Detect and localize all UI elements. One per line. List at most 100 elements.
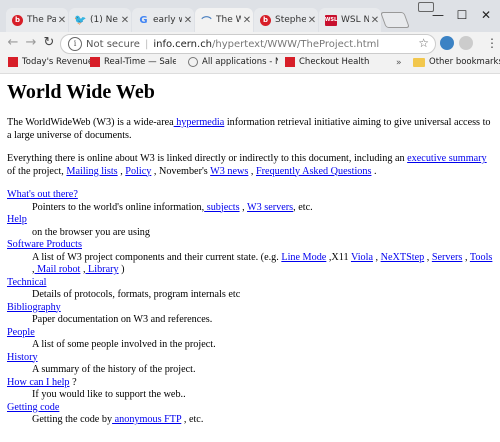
help-link[interactable]: Help — [7, 214, 27, 225]
tab-title: (1) Ne — [90, 15, 118, 25]
people-link[interactable]: People — [7, 327, 35, 338]
divider: | — [144, 38, 149, 50]
browser-tab[interactable]: 🐦 (1) Ne ✕ — [69, 8, 131, 32]
text: , — [248, 165, 256, 177]
browser-tab-active[interactable]: ⌒ The W ✕ — [195, 8, 253, 32]
whats-out-there-link[interactable]: What's out there? — [7, 189, 78, 200]
tab-title: The W — [216, 15, 241, 25]
extension-icon[interactable] — [459, 36, 473, 50]
menu-dots-icon[interactable]: ⋮ — [486, 36, 498, 50]
text: , — [239, 201, 248, 213]
bookmark-label: Other bookmarks — [429, 57, 500, 67]
bookmark-item[interactable]: Today's Revenue — [8, 57, 93, 67]
w3-news-link[interactable]: W3 news — [210, 166, 248, 177]
software-products-link[interactable]: Software Products — [7, 239, 82, 250]
list-term: Software Products — [7, 239, 495, 252]
w3-servers-link[interactable]: W3 servers — [247, 202, 293, 213]
list-term: History — [7, 352, 495, 365]
everything-paragraph: Everything there is online about W3 is l… — [7, 153, 495, 178]
browser-tab[interactable]: b The Pa ✕ — [6, 8, 68, 32]
maximize-icon[interactable]: ☐ — [452, 8, 472, 22]
security-label: Not secure — [86, 38, 140, 50]
library-link[interactable]: Library — [85, 264, 119, 275]
list-description: Getting the code by anonymous FTP , etc. — [32, 414, 495, 427]
b-logo-icon: b — [12, 14, 23, 26]
close-tab-icon[interactable]: ✕ — [306, 15, 318, 26]
list-description: If you would like to support the web.. — [32, 389, 186, 400]
minimize-icon[interactable]: — — [428, 8, 448, 22]
viola-link[interactable]: Viola — [351, 252, 373, 263]
close-tab-icon[interactable]: ✕ — [369, 15, 381, 26]
tab-title: The Pa — [27, 15, 56, 25]
list-term: Bibliography — [7, 302, 495, 315]
how-can-i-help-link[interactable]: How can I help — [7, 377, 70, 388]
list-term: How can I help ? — [7, 377, 495, 390]
close-tab-icon[interactable]: ✕ — [56, 15, 68, 26]
close-tab-icon[interactable]: ✕ — [119, 15, 131, 26]
text: . — [371, 165, 377, 177]
url-host: info.cern.ch — [153, 38, 213, 50]
bibliography-link[interactable]: Bibliography — [7, 302, 61, 313]
browser-tab[interactable]: WSL WSL N ✕ — [319, 8, 381, 32]
close-tab-icon[interactable]: ✕ — [241, 15, 253, 26]
bookmark-favicon-icon — [90, 57, 100, 67]
info-icon[interactable]: i — [68, 37, 82, 51]
browser-tab[interactable]: G early w ✕ — [132, 8, 194, 32]
text: Everything there is online about W3 is l… — [7, 153, 408, 164]
anonymous-ftp-link[interactable]: anonymous FTP — [112, 414, 182, 425]
more-bookmarks-chevron-icon[interactable]: » — [396, 58, 402, 68]
faq-link[interactable]: Frequently Asked Questions — [256, 166, 371, 177]
page-content: World Wide Web The WorldWideWeb (W3) is … — [7, 75, 495, 427]
list-description: on the browser you are using — [32, 226, 150, 238]
new-tab-button[interactable] — [380, 12, 410, 28]
bookmark-item[interactable]: Real-Time — Sales b — [90, 57, 176, 67]
mail-robot-link[interactable]: Mail robot — [35, 264, 80, 275]
hypermedia-link[interactable]: hypermedia — [174, 117, 224, 128]
text: , etc. — [293, 201, 313, 213]
list-description: Paper documentation on W3 and references… — [32, 314, 213, 325]
technical-link[interactable]: Technical — [7, 277, 46, 288]
list-description: Pointers to the world's online informati… — [32, 202, 495, 215]
address-bar[interactable]: i Not secure | info.cern.ch/hypertext/WW… — [60, 34, 436, 54]
browser-tab-strip: b The Pa ✕ 🐦 (1) Ne ✕ G early w ✕ ⌒ The … — [0, 0, 500, 32]
history-link[interactable]: History — [7, 352, 38, 363]
text: , — [372, 251, 381, 263]
list-term: Technical — [7, 277, 495, 290]
google-icon: G — [139, 14, 148, 26]
bookmark-item[interactable]: Checkout Health — [285, 57, 369, 67]
globe-icon: ⌒ — [201, 16, 212, 28]
close-window-icon[interactable]: ✕ — [476, 8, 496, 22]
extension-shield-icon[interactable] — [440, 36, 454, 50]
bookmark-item[interactable]: All applications - Ne — [188, 57, 278, 67]
servers-link[interactable]: Servers — [432, 252, 463, 263]
close-tab-icon[interactable]: ✕ — [182, 15, 194, 26]
list-term: People — [7, 327, 495, 340]
list-description: Details of protocols, formats, program i… — [32, 289, 241, 300]
bookmark-star-icon[interactable]: ☆ — [418, 36, 429, 50]
page-title: World Wide Web — [7, 81, 155, 103]
text: The WorldWideWeb (W3) is a wide-area — [7, 117, 174, 128]
bookmark-label: Real-Time — Sales b — [104, 57, 176, 67]
reload-icon[interactable]: ↻ — [41, 35, 57, 51]
tools-link[interactable]: Tools — [470, 252, 493, 263]
other-bookmarks-folder[interactable]: Other bookmarks — [413, 57, 500, 67]
text: ,X11 — [326, 251, 351, 263]
executive-summary-link[interactable]: executive summary — [407, 153, 487, 164]
policy-link[interactable]: Policy — [125, 166, 151, 177]
forward-arrow-icon[interactable]: → — [23, 35, 39, 51]
bookmark-favicon-icon — [8, 57, 18, 67]
list-term: Getting code — [7, 402, 495, 415]
list-description: A summary of the history of the project. — [32, 364, 196, 375]
back-arrow-icon[interactable]: ← — [5, 35, 21, 51]
browser-tab[interactable]: b Stephe ✕ — [254, 8, 318, 32]
text: , — [462, 251, 470, 263]
tab-title: WSL N — [341, 15, 369, 25]
mailing-lists-link[interactable]: Mailing lists — [66, 166, 117, 177]
bookmarks-bar: Today's Revenue Real-Time — Sales b All … — [0, 54, 500, 74]
subjects-link[interactable]: subjects — [204, 202, 240, 213]
nextstep-link[interactable]: NeXTStep — [381, 252, 425, 263]
line-mode-link[interactable]: Line Mode — [281, 252, 326, 263]
text: , — [424, 251, 432, 263]
getting-code-link[interactable]: Getting code — [7, 402, 59, 413]
list-description: A list of W3 project components and thei… — [32, 252, 495, 277]
